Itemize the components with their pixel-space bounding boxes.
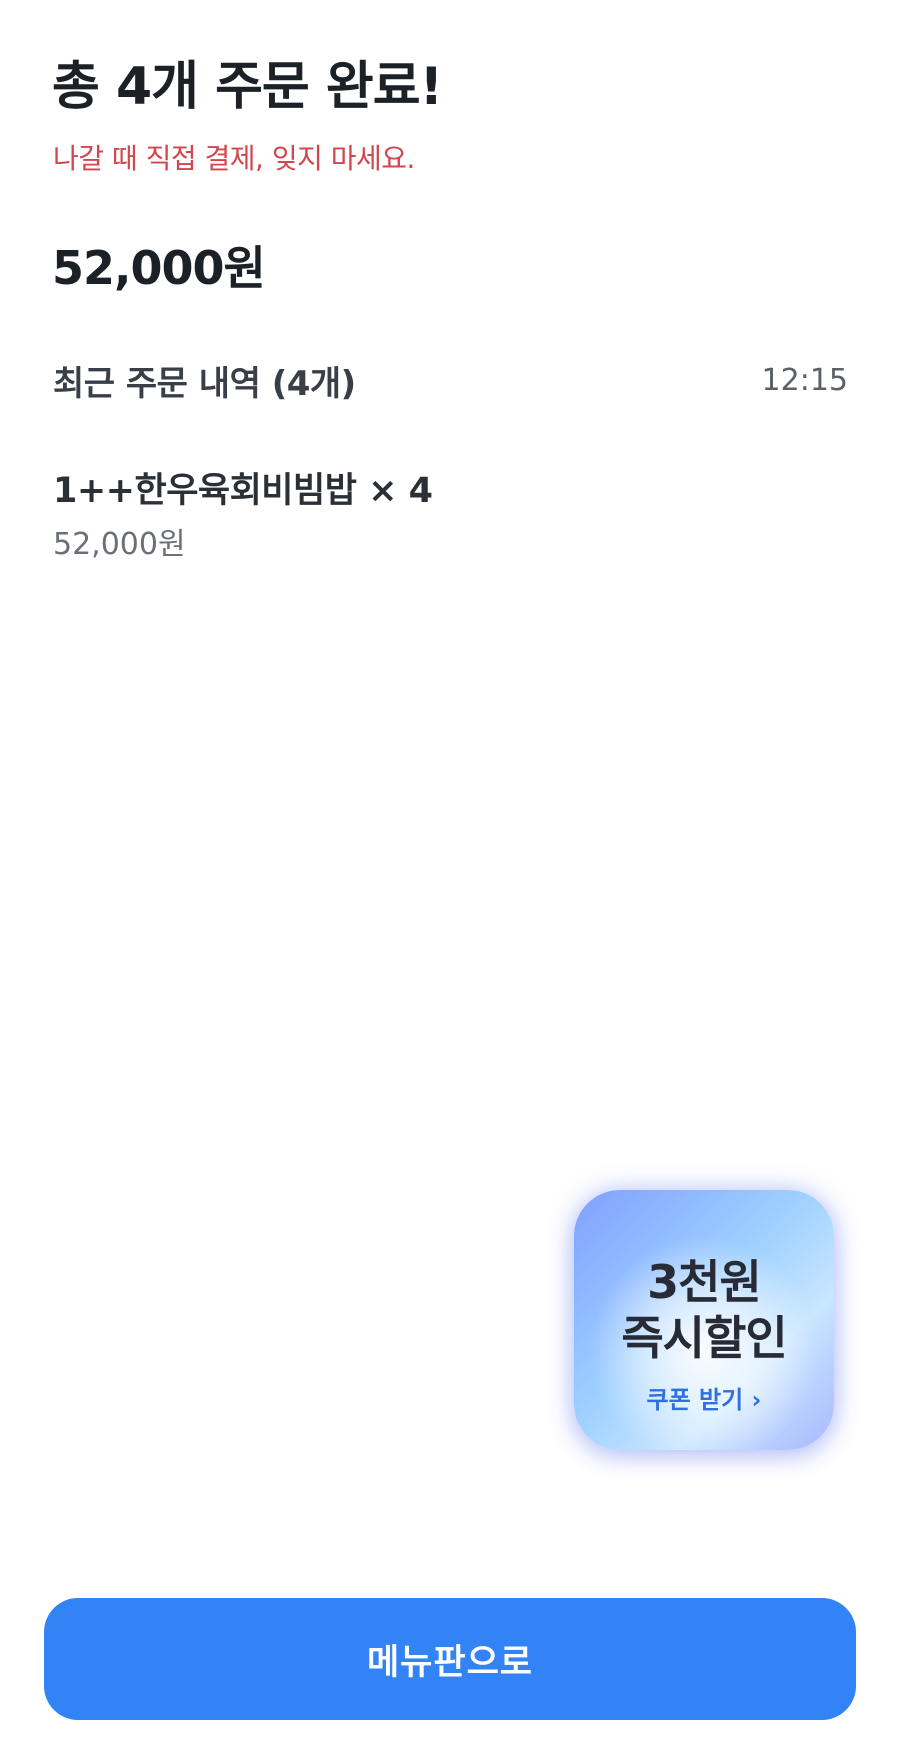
order-history-title: 최근 주문 내역 (4개) [53, 364, 356, 404]
order-item-price: 52,000원 [53, 527, 186, 562]
coupon-banner[interactable]: 3천원 즉시할인 쿠폰 받기 › [574, 1190, 834, 1450]
list-item: 1++한우육회비빔밥 × 4 52,000원 [53, 462, 433, 563]
order-item-name: 1++한우육회비빔밥 × 4 [53, 471, 433, 511]
payment-reminder: 나갈 때 직접 결제, 잊지 마세요. [53, 142, 415, 175]
total-price: 52,000원 [52, 241, 266, 295]
page-title: 총 4개 주문 완료! [52, 57, 443, 117]
order-complete-page: 총 4개 주문 완료! 나갈 때 직접 결제, 잊지 마세요. 52,000원 … [0, 0, 900, 1755]
coupon-description: 즉시할인 [621, 1311, 787, 1365]
back-to-menu-button[interactable]: 메뉴판으로 [44, 1598, 856, 1720]
order-time: 12:15 [761, 363, 848, 398]
get-coupon-link[interactable]: 쿠폰 받기 › [574, 1380, 834, 1415]
order-history-header: 최근 주문 내역 (4개) 12:15 [53, 356, 848, 405]
